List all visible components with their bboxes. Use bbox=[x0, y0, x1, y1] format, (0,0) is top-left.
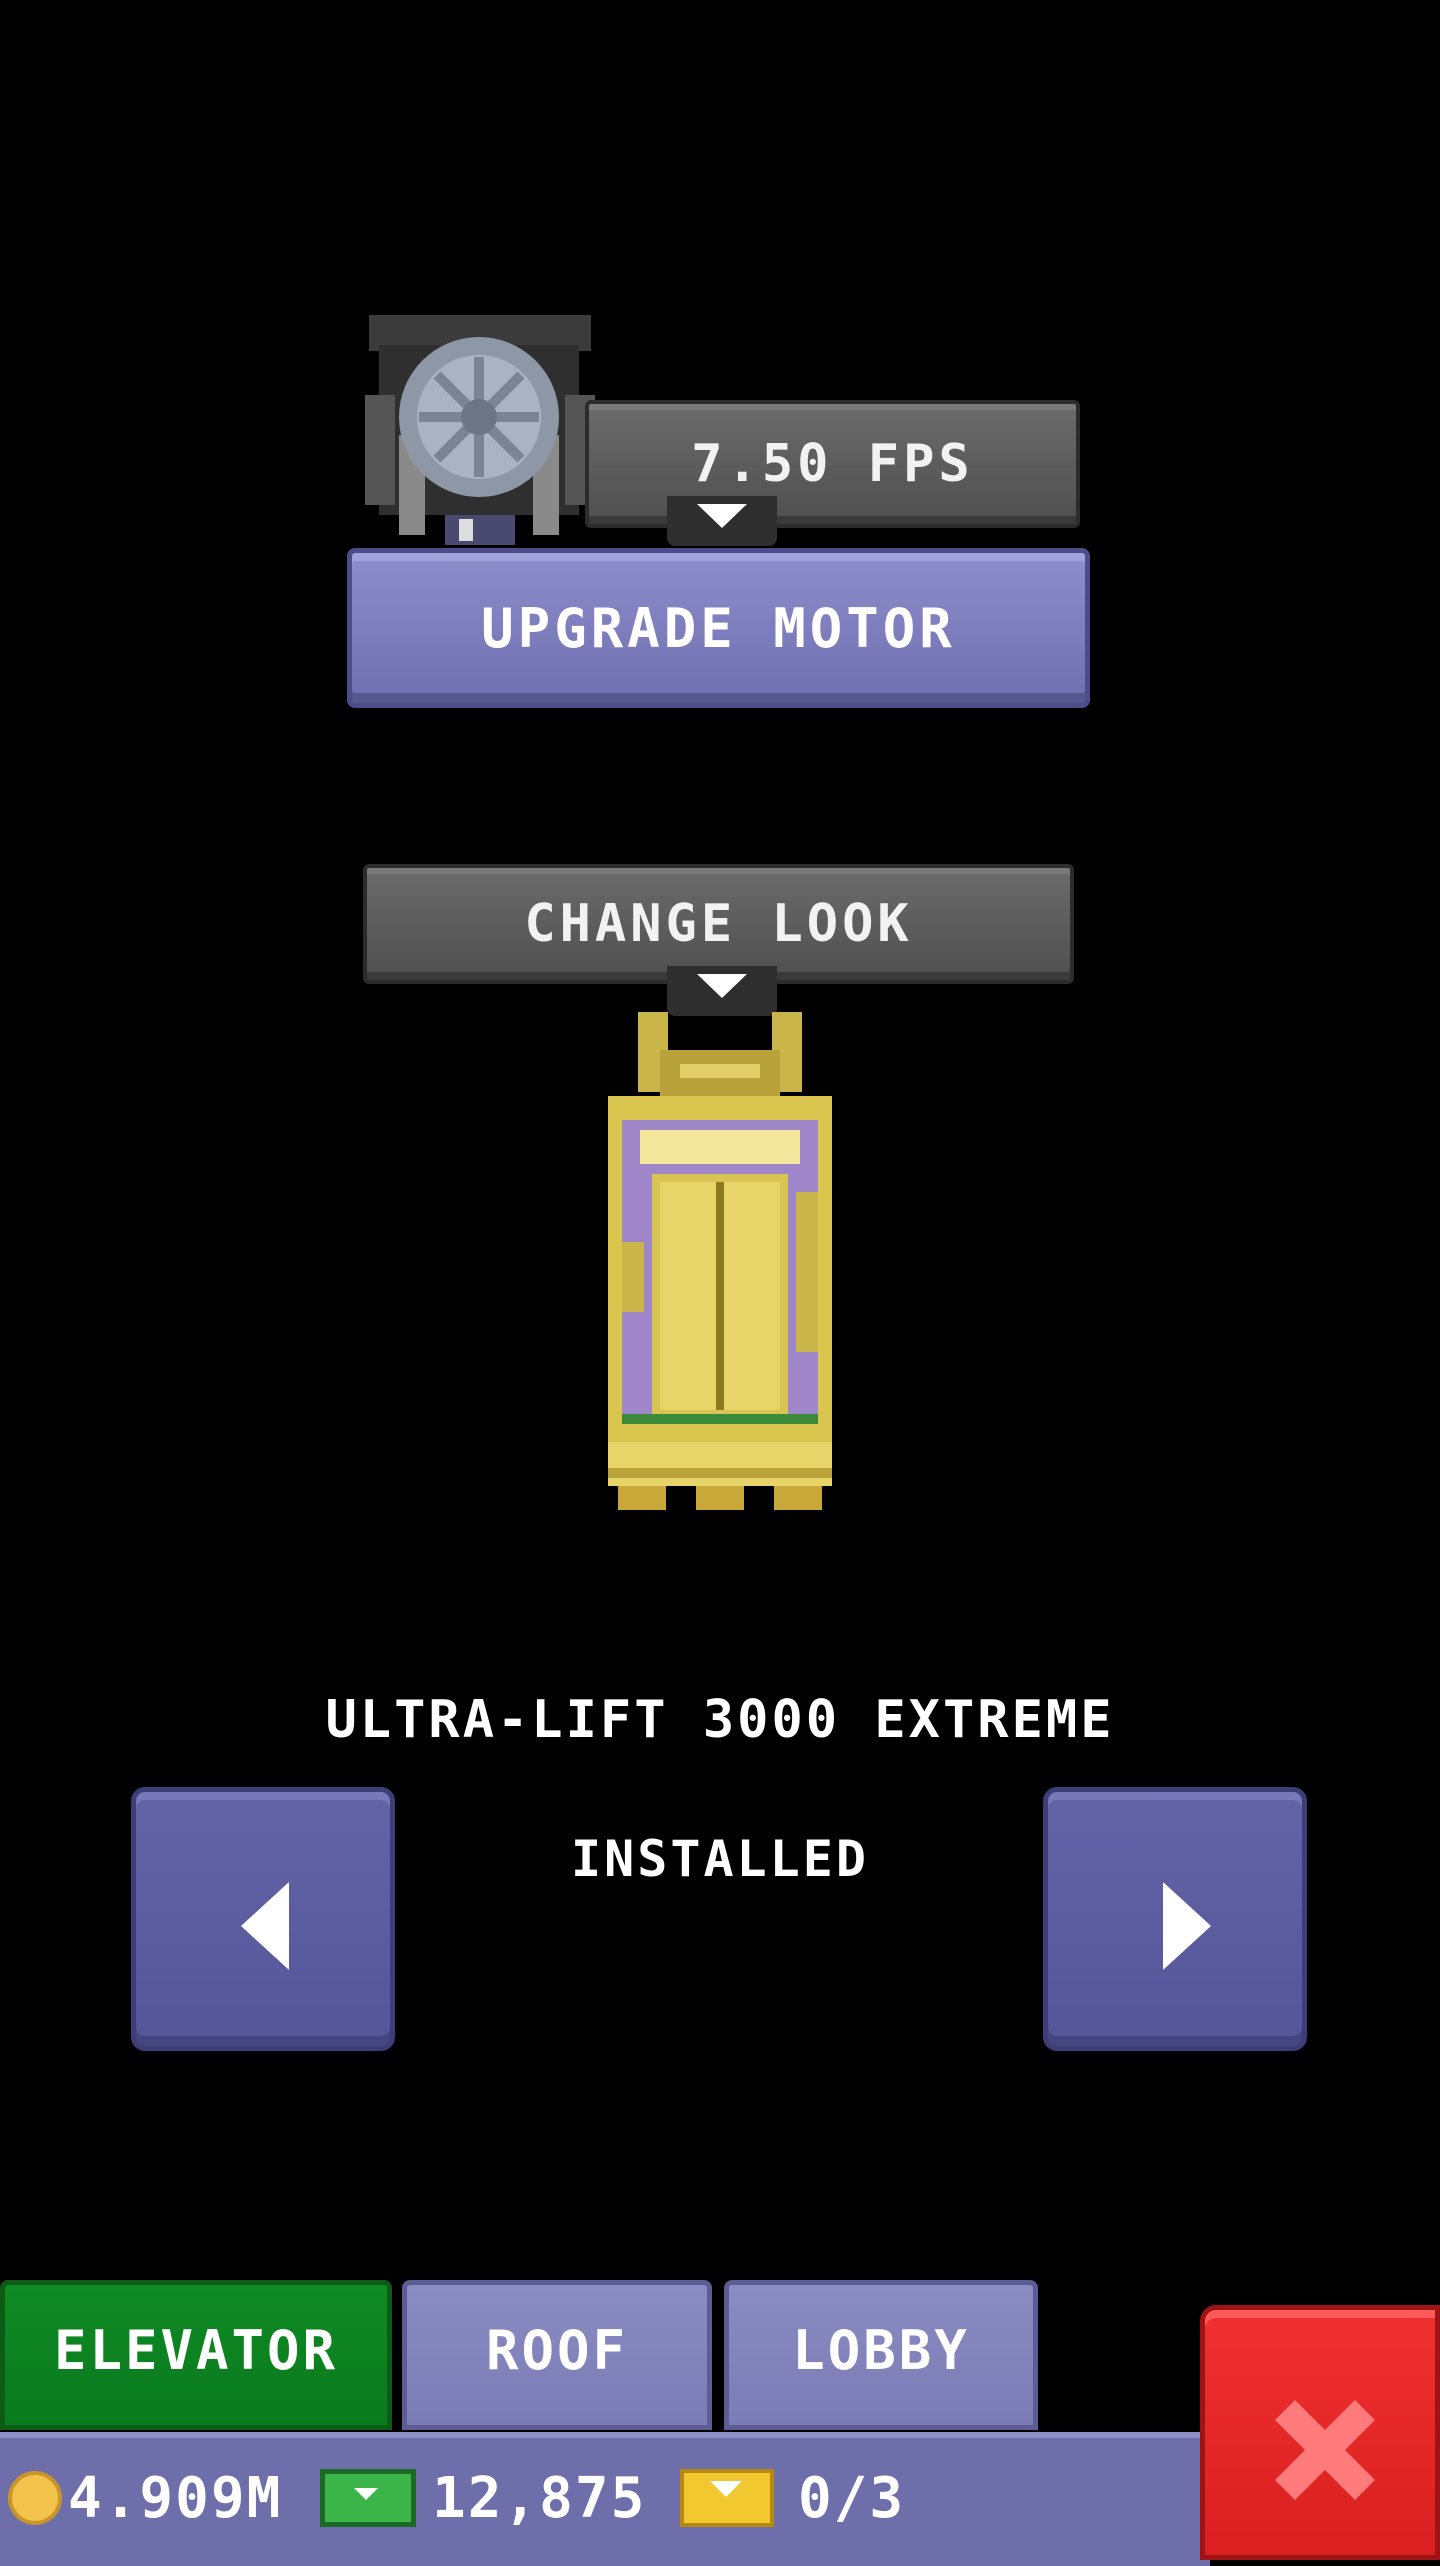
motor-speed-tab bbox=[667, 496, 777, 546]
tab-roof[interactable]: ROOF bbox=[402, 2280, 712, 2430]
elevator-car-image bbox=[600, 1012, 840, 1512]
bux-display: 12,875 bbox=[320, 2458, 646, 2538]
coins-display: 4.909M bbox=[8, 2458, 282, 2538]
change-look-label: CHANGE LOOK bbox=[524, 894, 913, 954]
upgrade-motor-button[interactable]: UPGRADE MOTOR bbox=[347, 548, 1090, 708]
close-icon bbox=[1275, 2400, 1375, 2500]
tab-elevator[interactable]: ELEVATOR bbox=[0, 2280, 392, 2430]
arrow-left-icon bbox=[241, 1882, 289, 1970]
close-button[interactable] bbox=[1200, 2305, 1440, 2560]
change-look-tab bbox=[667, 966, 777, 1016]
next-look-button[interactable] bbox=[1043, 1787, 1307, 2051]
elevator-model-name: ULTRA-LIFT 3000 EXTREME bbox=[325, 1690, 1115, 1750]
previous-look-button[interactable] bbox=[131, 1787, 395, 2051]
upgrade-motor-label: UPGRADE MOTOR bbox=[481, 596, 956, 660]
motor-icon bbox=[365, 315, 595, 545]
chest-icon bbox=[680, 2469, 774, 2527]
chests-display: 0/3 bbox=[680, 2458, 905, 2538]
tab-lobby[interactable]: LOBBY bbox=[724, 2280, 1038, 2430]
coin-icon bbox=[8, 2471, 62, 2525]
bux-icon bbox=[320, 2469, 416, 2527]
coins-value: 4.909M bbox=[68, 2465, 283, 2531]
bux-value: 12,875 bbox=[432, 2465, 647, 2531]
motor-speed-display: 7.50 FPS bbox=[585, 400, 1080, 528]
tab-lobby-label: LOBBY bbox=[792, 2318, 970, 2382]
down-arrow-icon bbox=[697, 504, 747, 528]
tab-roof-label: ROOF bbox=[485, 2318, 629, 2382]
arrow-right-icon bbox=[1163, 1882, 1211, 1970]
down-arrow-icon bbox=[697, 974, 747, 998]
chests-value: 0/3 bbox=[798, 2465, 906, 2531]
tab-elevator-label: ELEVATOR bbox=[53, 2318, 339, 2382]
motor-speed-text: 7.50 FPS bbox=[691, 434, 974, 494]
